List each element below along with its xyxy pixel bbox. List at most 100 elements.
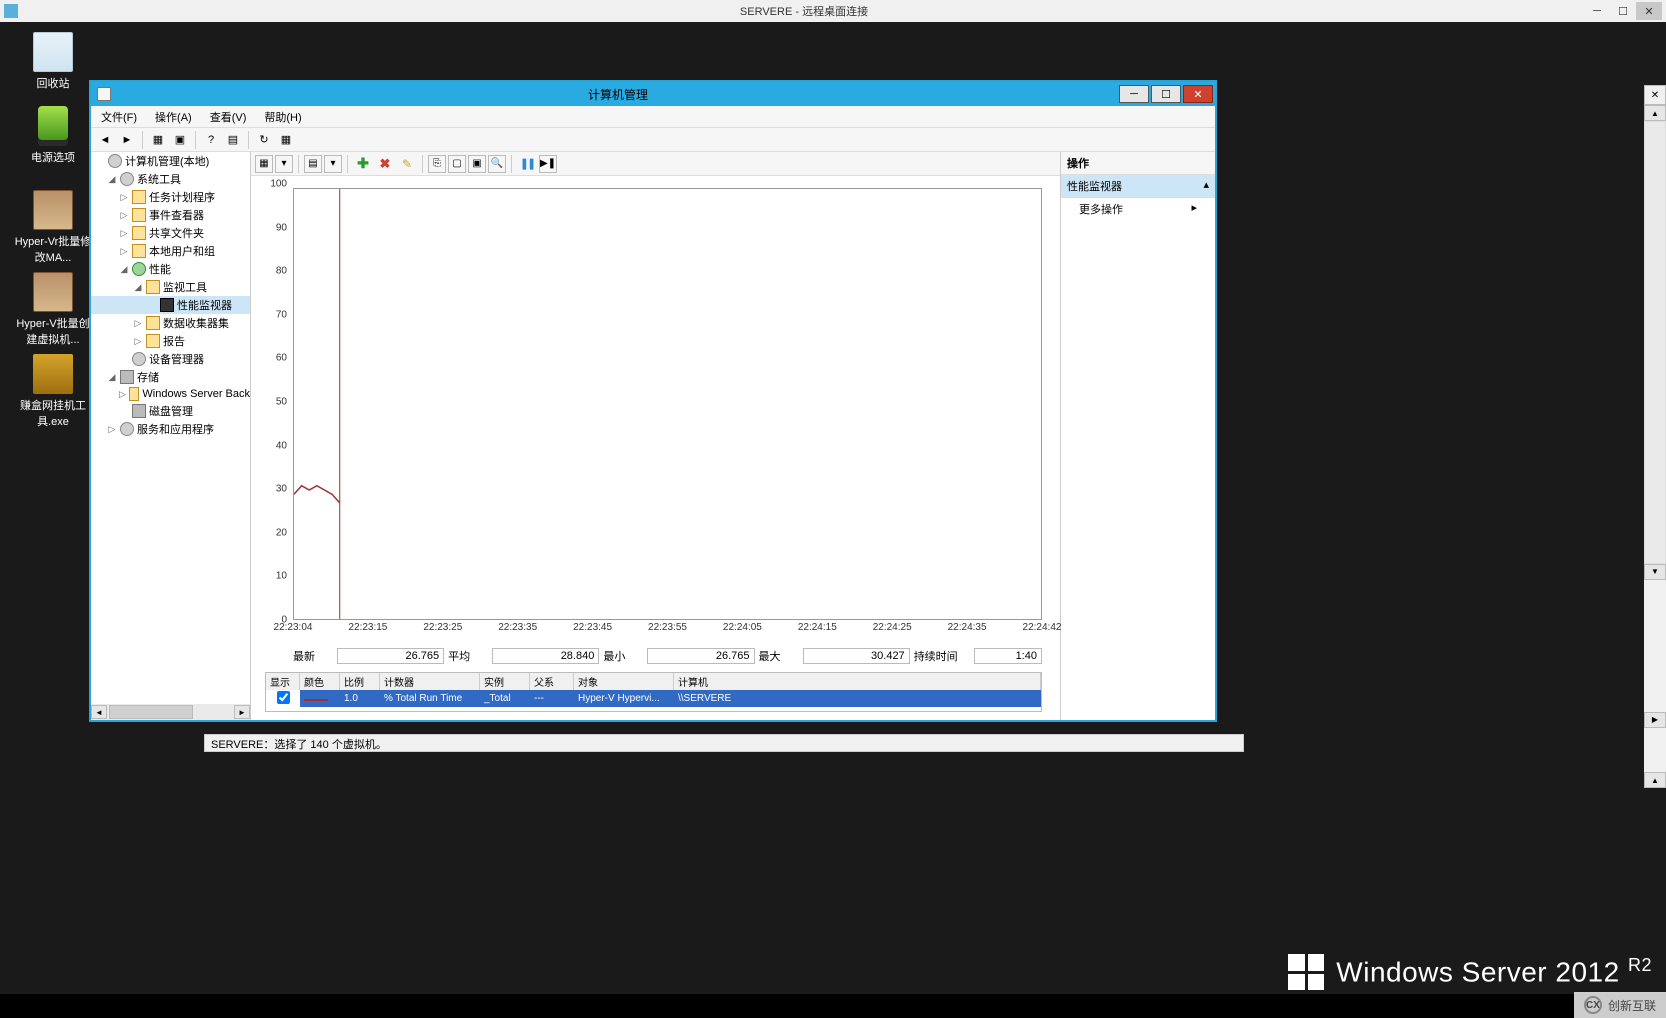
cm-titlebar[interactable]: 计算机管理 ─ ☐ ✕ bbox=[91, 82, 1215, 106]
chart-type-dropdown[interactable]: ▾ bbox=[324, 155, 342, 173]
side-tab-close[interactable]: ✕ bbox=[1644, 85, 1666, 105]
hdr-object[interactable]: 对象 bbox=[574, 673, 674, 690]
view-current-button[interactable]: ▦ bbox=[255, 155, 273, 173]
tree-device-manager[interactable]: 设备管理器 bbox=[91, 350, 250, 368]
watermark-suffix: R2 bbox=[1628, 955, 1652, 975]
cm-app-icon bbox=[97, 87, 111, 101]
tree-services-apps[interactable]: ▷服务和应用程序 bbox=[91, 420, 250, 438]
freeze-button[interactable]: ❚❚ bbox=[517, 154, 537, 174]
tree-hscrollbar[interactable]: ◄ ► bbox=[91, 704, 250, 720]
users-icon bbox=[132, 244, 146, 258]
battery-icon bbox=[38, 106, 68, 146]
tree-wsb[interactable]: ▷Windows Server Back bbox=[91, 386, 250, 402]
cm-close-button[interactable]: ✕ bbox=[1183, 85, 1213, 103]
hdr-computer[interactable]: 计算机 bbox=[674, 673, 1041, 690]
scroll-up-button-2[interactable]: ▲ bbox=[1644, 772, 1666, 788]
hdr-color[interactable]: 颜色 bbox=[300, 673, 340, 690]
highlight-button[interactable]: ✎ bbox=[397, 154, 417, 174]
delete-counter-button[interactable]: ✖ bbox=[375, 154, 395, 174]
tree-data-collector-sets[interactable]: ▷数据收集器集 bbox=[91, 314, 250, 332]
tree-performance-monitor[interactable]: 性能监视器 bbox=[91, 296, 250, 314]
scroll-up-button[interactable]: ▲ bbox=[1644, 105, 1666, 121]
desktop-recycle-bin[interactable]: 回收站 bbox=[14, 32, 92, 91]
tree-system-tools[interactable]: ◢系统工具 bbox=[91, 170, 250, 188]
menu-action[interactable]: 操作(A) bbox=[151, 107, 196, 127]
perfmon-main-pane: ▦ ▾ ▤ ▾ ✚ ✖ ✎ ⎘ ▢ ▣ 🔍 ❚❚ ▶❚ bbox=[251, 152, 1061, 720]
cm-menubar: 文件(F) 操作(A) 查看(V) 帮助(H) bbox=[91, 106, 1215, 128]
stat-latest-label: 最新 bbox=[293, 648, 333, 664]
scroll-down-button[interactable]: ▼ bbox=[1644, 564, 1666, 580]
storage-icon bbox=[120, 370, 134, 384]
desktop-rar-1[interactable]: Hyper-Vr批量修改MA... bbox=[14, 190, 92, 265]
rdp-maximize-button[interactable]: ☐ bbox=[1610, 2, 1636, 20]
toolbar-icon[interactable]: ▦ bbox=[276, 130, 296, 150]
copy-button[interactable]: ⎘ bbox=[428, 155, 446, 173]
hdr-scale[interactable]: 比例 bbox=[340, 673, 380, 690]
view-log-button[interactable]: ▾ bbox=[275, 155, 293, 173]
stat-min-value: 26.765 bbox=[647, 648, 754, 664]
properties-button[interactable]: ▣ bbox=[170, 130, 190, 150]
help-button[interactable]: ? bbox=[201, 130, 221, 150]
scroll-thumb[interactable] bbox=[109, 705, 193, 719]
zoom-button[interactable]: 🔍 bbox=[488, 155, 506, 173]
tree-shared-folders[interactable]: ▷共享文件夹 bbox=[91, 224, 250, 242]
scroll-left-button[interactable]: ◄ bbox=[91, 705, 107, 719]
counter-row[interactable]: 1.0 % Total Run Time _Total --- Hyper-V … bbox=[266, 690, 1041, 707]
rdp-icon bbox=[4, 4, 18, 18]
paste-button[interactable]: ▢ bbox=[448, 155, 466, 173]
desktop-power-options[interactable]: 电源选项 bbox=[14, 106, 92, 165]
chart-plot[interactable] bbox=[293, 188, 1042, 620]
actions-more[interactable]: 更多操作▸ bbox=[1061, 198, 1215, 220]
hdr-show[interactable]: 显示 bbox=[266, 673, 300, 690]
hdr-counter[interactable]: 计数器 bbox=[380, 673, 480, 690]
hdr-instance[interactable]: 实例 bbox=[480, 673, 530, 690]
menu-view[interactable]: 查看(V) bbox=[206, 107, 251, 127]
stat-max-label: 最大 bbox=[759, 648, 799, 664]
scroll-right-button[interactable]: ► bbox=[234, 705, 250, 719]
desktop-rar-2[interactable]: Hyper-V批量创建虚拟机... bbox=[14, 272, 92, 347]
monitor-icon bbox=[160, 298, 174, 312]
scroll-track[interactable] bbox=[1644, 121, 1666, 564]
tools-icon bbox=[120, 172, 134, 186]
tree-storage[interactable]: ◢存储 bbox=[91, 368, 250, 386]
counter-parent: --- bbox=[530, 692, 574, 705]
refresh-button[interactable]: ↻ bbox=[254, 130, 274, 150]
hyperv-side-scrollbar: ✕ ▲ ▼ ▶ ▲ bbox=[1644, 85, 1666, 788]
tree-disk-management[interactable]: 磁盘管理 bbox=[91, 402, 250, 420]
add-counter-button[interactable]: ✚ bbox=[353, 154, 373, 174]
update-button[interactable]: ▶❚ bbox=[539, 155, 557, 173]
menu-file[interactable]: 文件(F) bbox=[97, 107, 141, 127]
hdr-parent[interactable]: 父系 bbox=[530, 673, 574, 690]
export-button[interactable]: ▤ bbox=[223, 130, 243, 150]
tree-event-viewer[interactable]: ▷事件查看器 bbox=[91, 206, 250, 224]
rar1-label: Hyper-Vr批量修改MA... bbox=[14, 233, 92, 265]
tree-monitoring-tools[interactable]: ◢监视工具 bbox=[91, 278, 250, 296]
properties-button[interactable]: ▣ bbox=[468, 155, 486, 173]
scroll-right-button[interactable]: ▶ bbox=[1644, 712, 1666, 728]
collapse-icon: ▴ bbox=[1203, 178, 1209, 194]
tree-task-scheduler[interactable]: ▷任务计划程序 bbox=[91, 188, 250, 206]
tree-performance[interactable]: ◢性能 bbox=[91, 260, 250, 278]
cm-maximize-button[interactable]: ☐ bbox=[1151, 85, 1181, 103]
tree-local-users[interactable]: ▷本地用户和组 bbox=[91, 242, 250, 260]
tree-root[interactable]: 计算机管理(本地) bbox=[91, 152, 250, 170]
stat-dur-value: 1:40 bbox=[974, 648, 1042, 664]
nav-back-button[interactable]: ◄ bbox=[95, 130, 115, 150]
counter-object: Hyper-V Hypervi... bbox=[574, 692, 674, 705]
cm-minimize-button[interactable]: ─ bbox=[1119, 85, 1149, 103]
chart-type-button[interactable]: ▤ bbox=[304, 155, 322, 173]
actions-section[interactable]: 性能监视器▴ bbox=[1061, 175, 1215, 198]
counter-table-header[interactable]: 显示 颜色 比例 计数器 实例 父系 对象 计算机 bbox=[266, 673, 1041, 690]
rdp-title: SERVERE - 远程桌面连接 bbox=[24, 3, 1584, 19]
counter-show-checkbox[interactable] bbox=[277, 691, 290, 704]
tree-reports[interactable]: ▷报告 bbox=[91, 332, 250, 350]
counter-color-swatch bbox=[304, 699, 328, 701]
rdp-client-area: 回收站 电源选项 Hyper-Vr批量修改MA... Hyper-V批量创建虚拟… bbox=[0, 22, 1666, 1018]
desktop-exe-1[interactable]: 赚盒网挂机工具.exe bbox=[14, 354, 92, 429]
rdp-minimize-button[interactable]: ─ bbox=[1584, 2, 1610, 20]
rdp-close-button[interactable]: ✕ bbox=[1636, 2, 1662, 20]
event-icon bbox=[132, 208, 146, 222]
menu-help[interactable]: 帮助(H) bbox=[260, 107, 305, 127]
nav-forward-button[interactable]: ► bbox=[117, 130, 137, 150]
show-hide-tree-button[interactable]: ▦ bbox=[148, 130, 168, 150]
